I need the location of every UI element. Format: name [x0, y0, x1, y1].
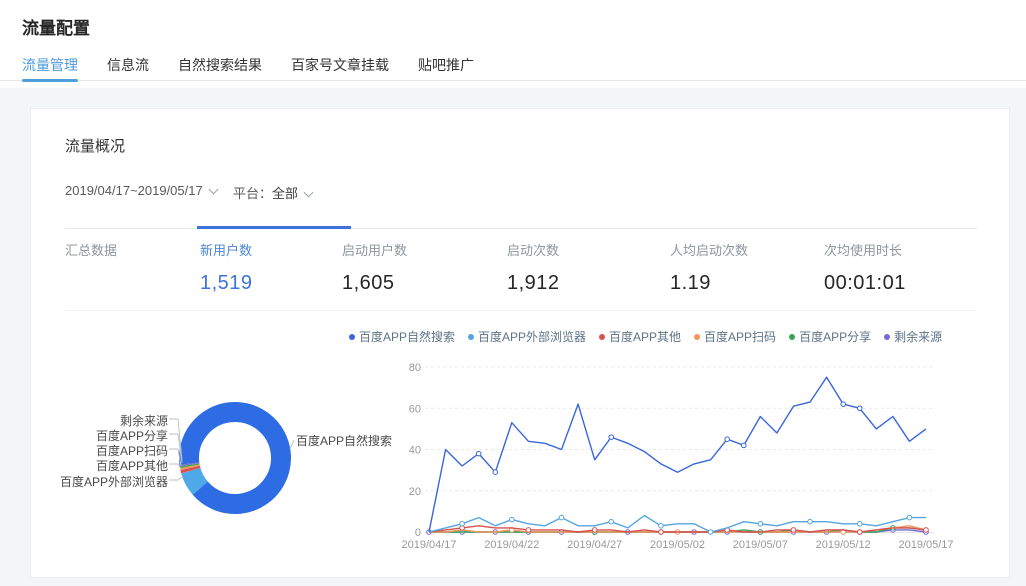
nav-tab-tieba-promotion[interactable]: 贴吧推广 [418, 52, 474, 80]
stat-tab-launch-users[interactable]: 启动用户数 1,605 [342, 240, 407, 295]
svg-text:2019/04/27: 2019/04/27 [567, 539, 622, 551]
platform-label: 平台： [233, 186, 272, 201]
svg-text:2019/05/07: 2019/05/07 [733, 539, 788, 551]
svg-text:80: 80 [409, 362, 421, 374]
legend-label: 百度APP分享 [799, 328, 871, 345]
active-stat-indicator [197, 226, 351, 229]
legend-label: 百度APP其他 [609, 328, 681, 345]
legend-dot-icon [468, 334, 474, 340]
legend-dot-icon [694, 334, 700, 340]
stat-label: 新用户数 [200, 240, 253, 259]
svg-text:2019/05/17: 2019/05/17 [898, 539, 953, 551]
platform-selector[interactable]: 平台：全部 [233, 183, 312, 202]
legend-item-baidu-app-organic-search[interactable]: 百度APP自然搜索 [349, 328, 455, 345]
platform-value: 全部 [272, 186, 298, 201]
page-header: 流量配置 流量管理 信息流 自然搜索结果 百家号文章挂载 贴吧推广 [0, 0, 1026, 88]
stat-label: 汇总数据 [65, 240, 117, 259]
nav-tab-baijiahao-article-mount[interactable]: 百家号文章挂载 [291, 52, 389, 80]
donut-label-baidu-app-external-browser: 百度APP外部浏览器 [31, 473, 168, 490]
page-title: 流量配置 [22, 14, 90, 39]
legend-item-baidu-app-other[interactable]: 百度APP其他 [599, 328, 681, 345]
stat-label: 启动用户数 [342, 240, 407, 259]
chevron-down-icon [208, 185, 218, 195]
legend-item-baidu-app-external-browser[interactable]: 百度APP外部浏览器 [468, 328, 586, 345]
legend-label: 百度APP自然搜索 [359, 328, 455, 345]
legend-item-remaining-sources[interactable]: 剩余来源 [884, 328, 942, 345]
legend-dot-icon [884, 334, 890, 340]
stats-divider [65, 310, 977, 311]
donut-chart [173, 396, 297, 520]
stat-value: 1,519 [200, 272, 253, 295]
svg-text:20: 20 [409, 486, 421, 498]
legend-item-baidu-app-scan[interactable]: 百度APP扫码 [694, 328, 776, 345]
nav-tab-organic-search-results[interactable]: 自然搜索结果 [178, 52, 262, 80]
stat-label: 人均启动次数 [670, 240, 748, 259]
nav-tab-feed[interactable]: 信息流 [107, 52, 149, 80]
legend-dot-icon [349, 334, 355, 340]
legend-dot-icon [789, 334, 795, 340]
traffic-overview-card: 流量概况 2019/04/17~2019/05/17 平台：全部 汇总数据 新用… [30, 108, 1010, 578]
donut-label-baidu-app-organic-search: 百度APP自然搜索 [296, 432, 392, 449]
legend-label: 剩余来源 [894, 328, 942, 345]
stat-value: 00:01:01 [824, 272, 906, 295]
chevron-down-icon [304, 188, 314, 198]
stat-value: 1.19 [670, 272, 748, 295]
stat-tab-new-users[interactable]: 新用户数 1,519 [200, 240, 253, 295]
stat-value: 1,912 [507, 272, 560, 295]
nav-tab-bar: 流量管理 信息流 自然搜索结果 百家号文章挂载 贴吧推广 [0, 52, 1026, 81]
nav-tab-traffic-management[interactable]: 流量管理 [22, 52, 78, 80]
stat-tab-avg-launch-per-user[interactable]: 人均启动次数 1.19 [670, 240, 748, 295]
stat-value: 1,605 [342, 272, 407, 295]
svg-text:2019/05/12: 2019/05/12 [816, 539, 871, 551]
legend-item-baidu-app-share[interactable]: 百度APP分享 [789, 328, 871, 345]
date-range-selector[interactable]: 2019/04/17~2019/05/17 [65, 183, 217, 198]
svg-text:40: 40 [409, 445, 421, 457]
legend-label: 百度APP外部浏览器 [478, 328, 586, 345]
stat-tab-avg-session-duration[interactable]: 次均使用时长 00:01:01 [824, 240, 906, 295]
svg-text:2019/04/22: 2019/04/22 [484, 539, 539, 551]
date-range-text: 2019/04/17~2019/05/17 [65, 183, 203, 198]
legend-dot-icon [599, 334, 605, 340]
stat-label: 启动次数 [507, 240, 560, 259]
legend-label: 百度APP扫码 [704, 328, 776, 345]
trend-line-chart: 0 20 40 60 80 2019/04/17 2019/04/22 2019/04/27 2… [401, 354, 1011, 564]
donut-label-baidu-app-other: 百度APP其他 [31, 457, 168, 474]
stat-tab-launch-count[interactable]: 启动次数 1,912 [507, 240, 560, 295]
panel-title: 流量概况 [65, 135, 125, 156]
svg-text:0: 0 [415, 527, 421, 539]
svg-text:2019/05/02: 2019/05/02 [650, 539, 705, 551]
svg-text:2019/04/17: 2019/04/17 [401, 539, 456, 551]
svg-text:60: 60 [409, 403, 421, 415]
stat-tab-summary-data[interactable]: 汇总数据 [65, 240, 117, 272]
chart-legend: 百度APP自然搜索 百度APP外部浏览器 百度APP其他 百度APP扫码 百度A… [349, 328, 942, 345]
stat-label: 次均使用时长 [824, 240, 906, 259]
